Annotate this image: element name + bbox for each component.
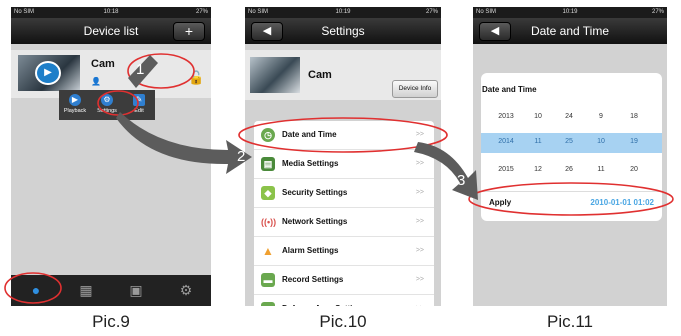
caption-pic9: Pic.9 <box>92 312 130 331</box>
annotation-overlay <box>4 53 674 304</box>
highlight-ellipse-date-time <box>238 117 448 153</box>
highlight-ellipse-apply <box>468 182 674 216</box>
caption-pic10: Pic.10 <box>319 312 367 331</box>
step-arrow-3 <box>414 142 478 200</box>
step-arrow-2 <box>116 112 252 174</box>
step-number-2: 2 <box>237 148 246 165</box>
caption-pic11: Pic.11 <box>547 312 593 331</box>
step-number-1: 1 <box>136 61 145 78</box>
step-number-3: 3 <box>457 172 466 189</box>
highlight-ellipse-settings <box>97 90 139 116</box>
highlight-ellipse-tab <box>4 272 62 304</box>
